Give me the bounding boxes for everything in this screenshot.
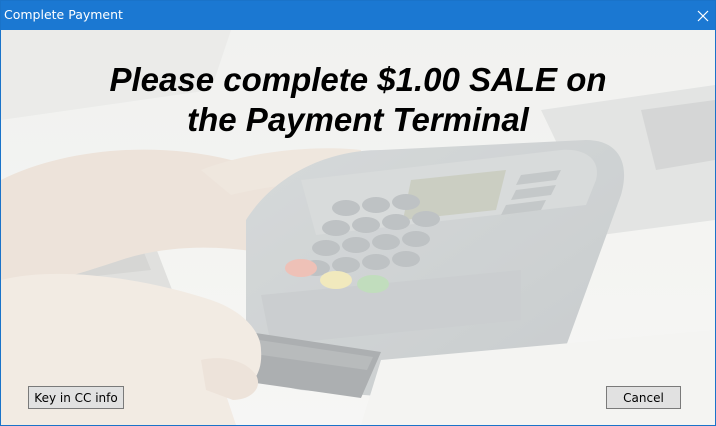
cancel-button[interactable]: Cancel — [606, 386, 681, 409]
close-icon — [697, 10, 709, 21]
window-title: Complete Payment — [4, 7, 123, 22]
complete-payment-dialog: Complete Payment Please complete $1.00 S… — [0, 0, 716, 426]
payment-instruction: Please complete $1.00 SALE on the Paymen… — [1, 60, 715, 140]
title-bar: Complete Payment — [1, 1, 715, 30]
close-button[interactable] — [691, 1, 715, 30]
key-in-cc-info-button[interactable]: Key in CC info — [28, 386, 124, 409]
payment-instruction-line-1: Please complete $1.00 SALE on — [109, 61, 607, 98]
dialog-content: Please complete $1.00 SALE on the Paymen… — [1, 30, 715, 425]
payment-instruction-line-2: the Payment Terminal — [187, 101, 529, 138]
